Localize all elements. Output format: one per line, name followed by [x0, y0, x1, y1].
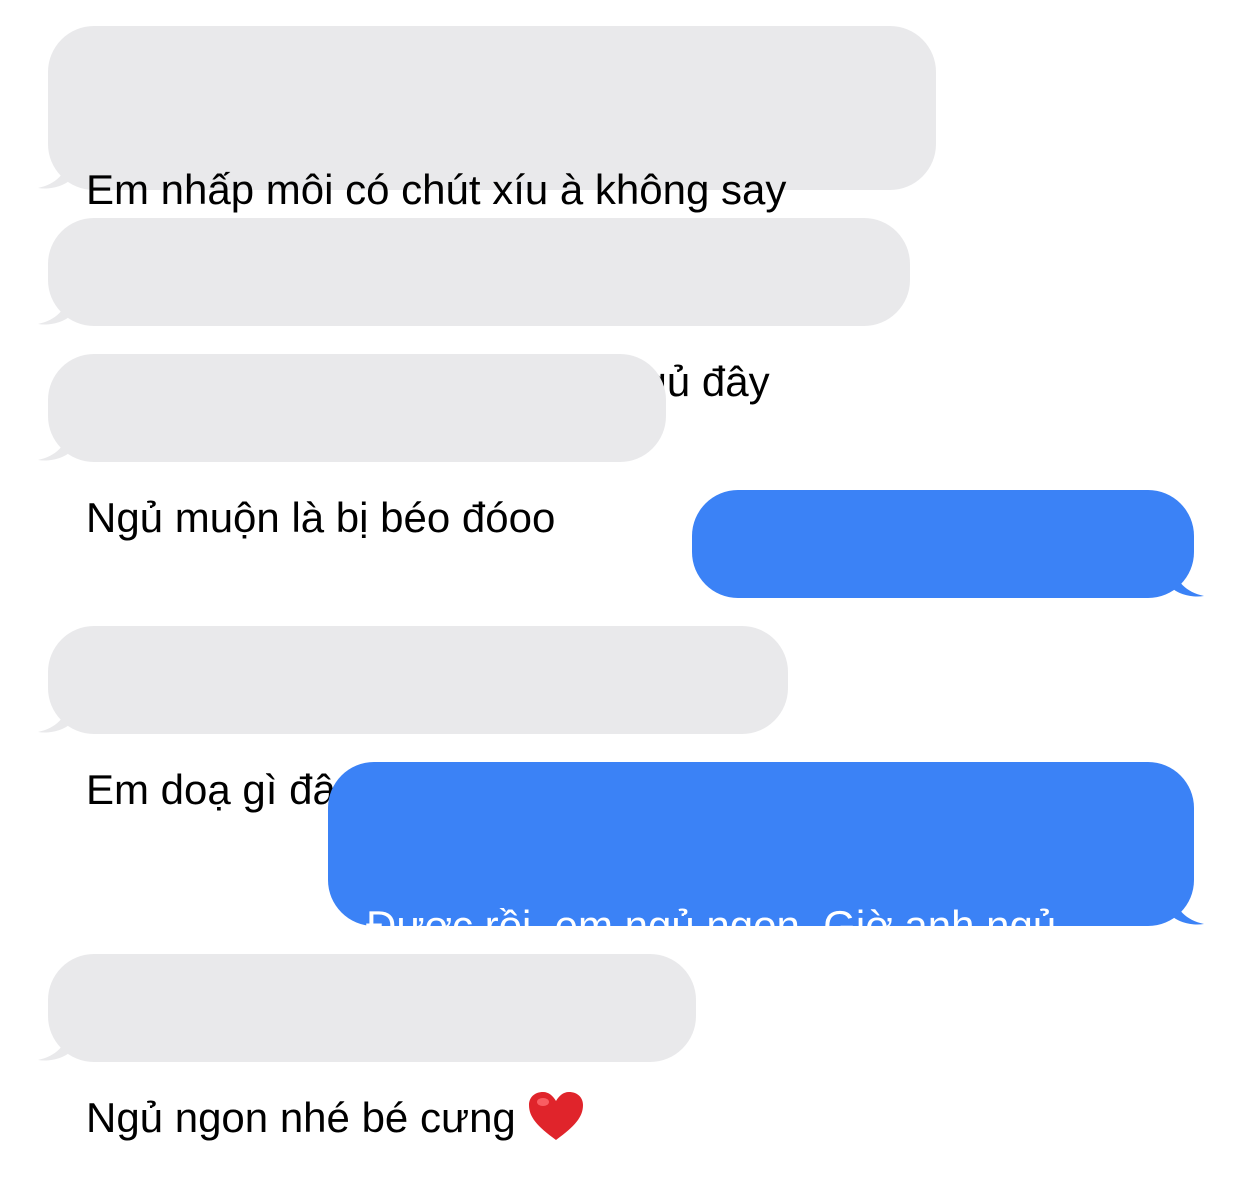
message-text: Ngủ muộn là bị béo đóoo	[86, 494, 556, 541]
message-bubble-received[interactable]: Ngủ ngon nhé bé cưng	[48, 954, 696, 1141]
message-bubble-received[interactable]: Baby đi ngủ đi, giờ em cũng ngủ đây	[48, 218, 910, 405]
red-heart-icon	[529, 1092, 584, 1140]
bubble-tail-icon	[38, 428, 70, 461]
bubble-tail-icon	[38, 1028, 70, 1061]
message-bubble-received[interactable]: Em nhấp môi có chút xíu à không say tí n…	[48, 26, 936, 269]
message-bubble-sent[interactable]: Đừng doạ anh mà :(	[692, 490, 1194, 677]
bubble-tail-icon	[38, 156, 70, 189]
bubble-tail-icon	[38, 292, 70, 325]
bubble-tail-icon	[38, 700, 70, 733]
message-bubble-received[interactable]: Ngủ muộn là bị béo đóoo	[48, 354, 666, 541]
bubble-tail-icon	[1172, 564, 1204, 597]
message-bubble-sent[interactable]: Được rồi, em ngủ ngon. Giờ anh ngủ liền …	[328, 762, 1194, 1005]
bubble-tail-icon	[1172, 892, 1204, 925]
message-text: Ngủ ngon nhé bé cưng	[86, 1090, 658, 1146]
message-bubble-received[interactable]: Em doạ gì đâu, khoa học cả đó	[48, 626, 788, 813]
message-text: Đừng doạ anh mà :(	[730, 630, 1106, 677]
message-text-content: Ngủ ngon nhé bé cưng	[86, 1094, 516, 1141]
